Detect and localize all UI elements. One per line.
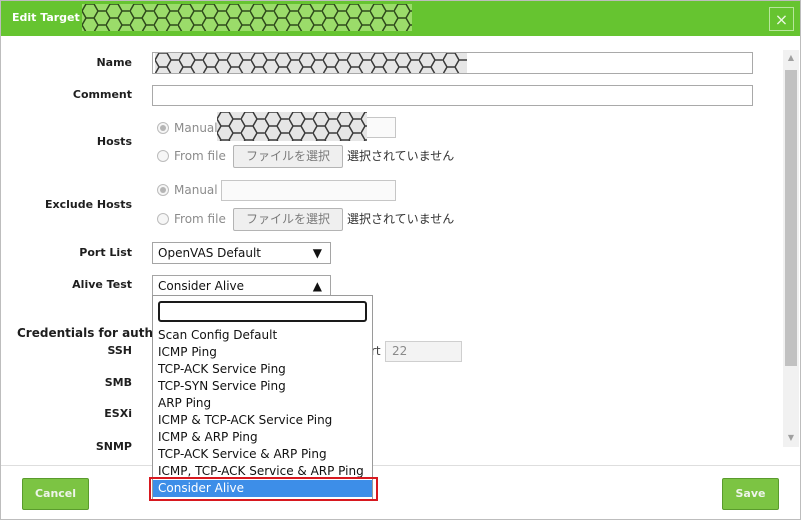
dialog-titlebar[interactable]: Edit Target ×: [0, 0, 801, 36]
dialog-footer: [0, 465, 801, 520]
edit-target-dialog: Edit Target × Name Comment Hosts Manual …: [0, 0, 801, 520]
exclude-hosts-file-status: 選択されていません: [347, 212, 455, 226]
credentials-heading: Credentials for authe: [17, 326, 162, 340]
cancel-button[interactable]: Cancel: [22, 478, 89, 510]
hosts-label: Hosts: [96, 135, 132, 148]
alive-test-option[interactable]: TCP-SYN Service Ping: [153, 378, 372, 395]
redacted-mosaic-fill: [155, 53, 467, 73]
redacted-mosaic-fill: [82, 4, 412, 31]
redacted-mosaic: [82, 4, 412, 31]
close-button[interactable]: ×: [769, 7, 794, 31]
alive-test-option[interactable]: TCP-ACK Service Ping: [153, 361, 372, 378]
hosts-manual-label: Manual: [174, 121, 218, 135]
exclude-hosts-manual-input[interactable]: [221, 180, 396, 201]
hosts-from-file-label: From file: [174, 149, 226, 163]
scroll-down-icon[interactable]: ▼: [783, 431, 799, 445]
port-list-value: OpenVAS Default: [158, 246, 261, 260]
scrollbar-thumb[interactable]: [785, 70, 797, 366]
chevron-down-icon: ▼: [312, 246, 322, 260]
dropdown-search-input[interactable]: [158, 301, 367, 322]
alive-test-option[interactable]: ICMP & ARP Ping: [153, 429, 372, 446]
alive-test-option[interactable]: Consider Alive: [153, 480, 372, 497]
ssh-port-input[interactable]: 22: [385, 341, 462, 362]
redacted-mosaic-fill: [217, 112, 367, 141]
port-list-select[interactable]: OpenVAS Default ▼: [152, 242, 331, 264]
exclude-hosts-file-button[interactable]: ファイルを選択: [233, 208, 343, 231]
ssh-label: SSH: [107, 344, 132, 357]
redacted-mosaic: [217, 112, 367, 141]
scroll-up-icon[interactable]: ▲: [783, 51, 799, 65]
snmp-label: SNMP: [95, 440, 132, 453]
alive-test-option[interactable]: ICMP, TCP-ACK Service & ARP Ping: [153, 463, 372, 480]
comment-label: Comment: [72, 88, 132, 101]
alive-test-option[interactable]: ARP Ping: [153, 395, 372, 412]
dialog-title: Edit Target: [12, 11, 80, 24]
alive-test-option[interactable]: Scan Config Default: [153, 327, 372, 344]
port-list-label: Port List: [79, 246, 132, 259]
smb-label: SMB: [104, 376, 132, 389]
alive-test-dropdown: Scan Config Default ICMP Ping TCP-ACK Se…: [152, 295, 373, 500]
save-button[interactable]: Save: [722, 478, 779, 510]
alive-test-value: Consider Alive: [158, 279, 245, 293]
close-icon: ×: [774, 9, 789, 29]
alive-test-select[interactable]: Consider Alive ▲: [152, 275, 331, 296]
exclude-hosts-manual-label: Manual: [174, 183, 218, 197]
alive-test-option[interactable]: ICMP & TCP-ACK Service Ping: [153, 412, 372, 429]
comment-input[interactable]: [152, 85, 753, 106]
alive-test-option[interactable]: ICMP Ping: [153, 344, 372, 361]
exclude-hosts-label: Exclude Hosts: [44, 198, 132, 211]
exclude-hosts-from-file-radio[interactable]: [157, 213, 169, 225]
exclude-hosts-manual-radio[interactable]: [157, 184, 169, 196]
esxi-label: ESXi: [104, 407, 132, 420]
alive-test-label: Alive Test: [72, 278, 132, 291]
hosts-manual-radio[interactable]: [157, 122, 169, 134]
hosts-file-status: 選択されていません: [347, 149, 455, 163]
alive-test-option[interactable]: TCP-ACK Service & ARP Ping: [153, 446, 372, 463]
redacted-mosaic: [155, 53, 467, 73]
hosts-file-button[interactable]: ファイルを選択: [233, 145, 343, 168]
name-label: Name: [96, 56, 132, 69]
dropdown-options: Scan Config Default ICMP Ping TCP-ACK Se…: [153, 327, 372, 497]
hosts-from-file-radio[interactable]: [157, 150, 169, 162]
exclude-hosts-from-file-label: From file: [174, 212, 226, 226]
chevron-up-icon: ▲: [312, 279, 322, 293]
